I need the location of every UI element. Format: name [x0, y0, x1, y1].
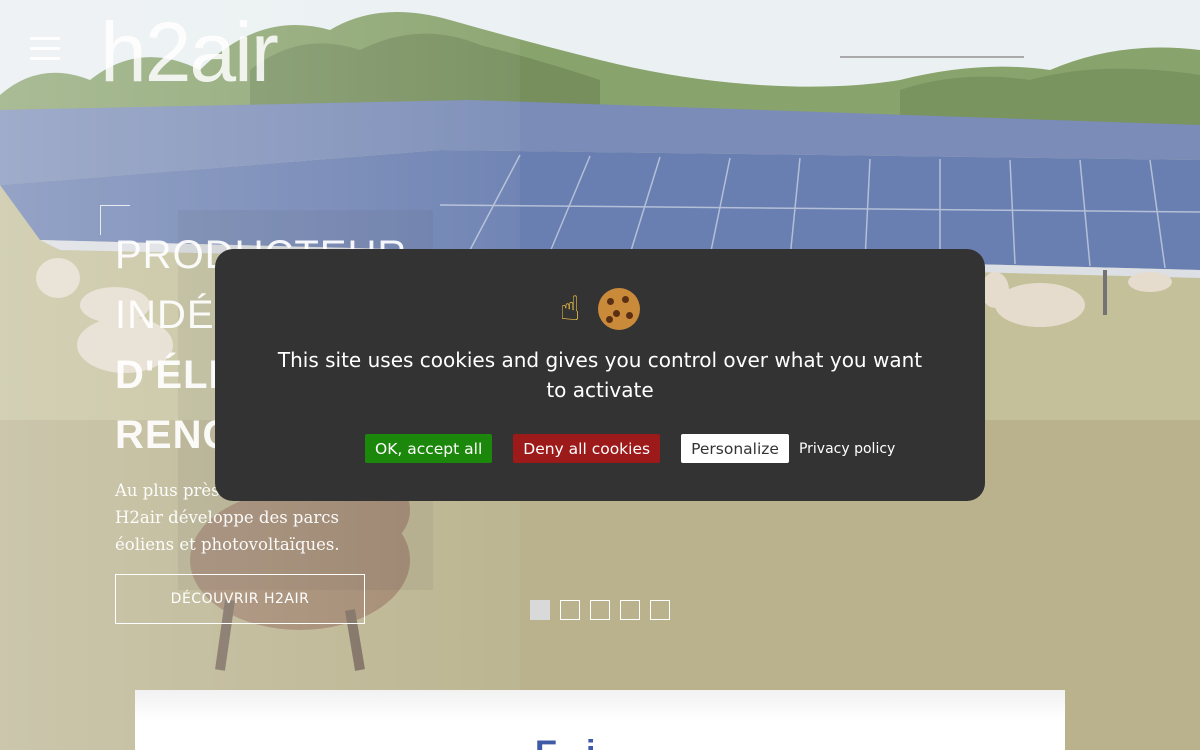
content-card-shadow — [135, 690, 1065, 720]
hero-subtitle-line-1: Au plus près — [115, 481, 220, 500]
personalize-cookies-button[interactable]: Personalize — [681, 434, 789, 463]
cookie-icon — [598, 288, 641, 330]
cookie-consent-dialog: ☝ This site uses cookies and gives you c… — [215, 249, 985, 501]
slider-pagination — [530, 600, 670, 620]
discover-h2air-button[interactable]: DÉCOUVRIR H2AIR — [115, 574, 365, 624]
cookie-actions: OK, accept all Deny all cookies Personal… — [365, 434, 895, 463]
deny-all-cookies-button[interactable]: Deny all cookies — [513, 434, 661, 463]
cookie-message: This site uses cookies and gives you con… — [277, 348, 923, 402]
slide-dot-3[interactable] — [590, 600, 610, 620]
content-card: E...i — [135, 690, 1065, 750]
slide-dot-1[interactable] — [530, 600, 550, 620]
content-card-heading: E...i — [535, 738, 655, 750]
privacy-policy-link[interactable]: Privacy policy — [799, 441, 895, 457]
cookie-dialog-icons: ☝ — [215, 287, 985, 331]
slide-dot-2[interactable] — [560, 600, 580, 620]
slide-dot-5[interactable] — [650, 600, 670, 620]
pointing-up-finger-icon: ☝ — [559, 289, 581, 329]
hamburger-menu-icon[interactable] — [30, 37, 60, 63]
accept-all-cookies-button[interactable]: OK, accept all — [365, 434, 493, 463]
header-divider — [840, 56, 1024, 58]
site-logo[interactable]: h2air — [100, 10, 279, 94]
content-card-heading-text: E...i — [535, 738, 655, 750]
slide-dot-4[interactable] — [620, 600, 640, 620]
hero-subtitle-line-3: éoliens et photovoltaïques. — [115, 535, 340, 554]
hero-subtitle-line-2: H2air développe des parcs — [115, 508, 339, 527]
